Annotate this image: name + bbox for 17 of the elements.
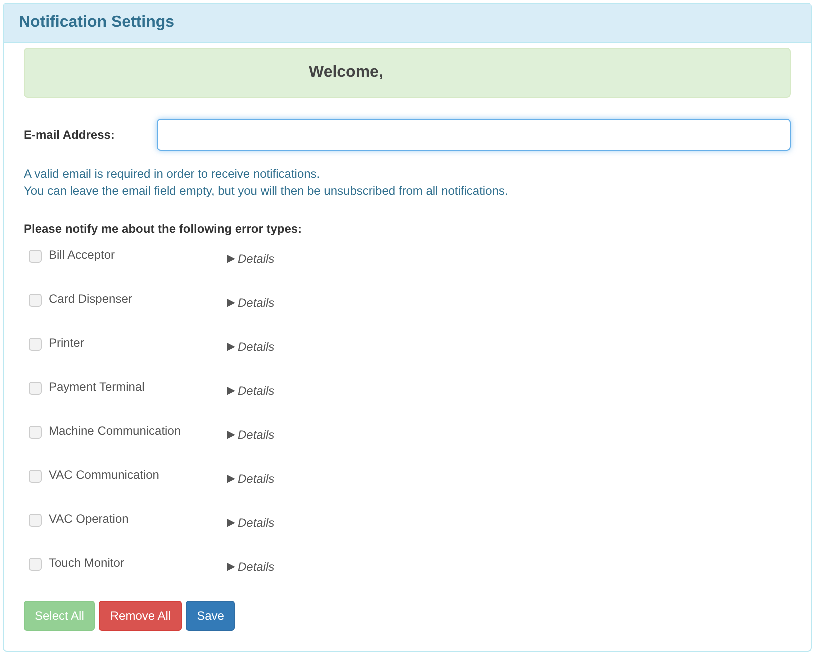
error-type-label: VAC Communication [49, 467, 160, 484]
action-button[interactable]: Save [186, 601, 236, 631]
error-types-heading: Please notify me about the following error types: [24, 222, 304, 236]
error-type-label: Printer [49, 335, 86, 352]
help-text: A valid email is required in order to receive notifications. [24, 166, 322, 183]
email-field[interactable] [157, 119, 791, 151]
error-type-label: Card Dispenser [49, 291, 134, 308]
error-type-label: Machine Communication [49, 423, 182, 440]
error-type-label: Payment Terminal [49, 379, 146, 396]
error-type-label: Touch Monitor [49, 555, 126, 572]
error-type-label: VAC Operation [49, 511, 130, 528]
action-button[interactable]: Remove All [99, 601, 182, 631]
help-text: You can leave the email field empty, but you will then be unsubscribed from all notifications. [24, 183, 510, 200]
error-type-label: Bill Acceptor [49, 247, 116, 264]
panel-title: Notification Settings [19, 13, 176, 33]
welcome-text: Welcome, [309, 64, 384, 82]
email-label: E-mail Address: [24, 128, 116, 142]
